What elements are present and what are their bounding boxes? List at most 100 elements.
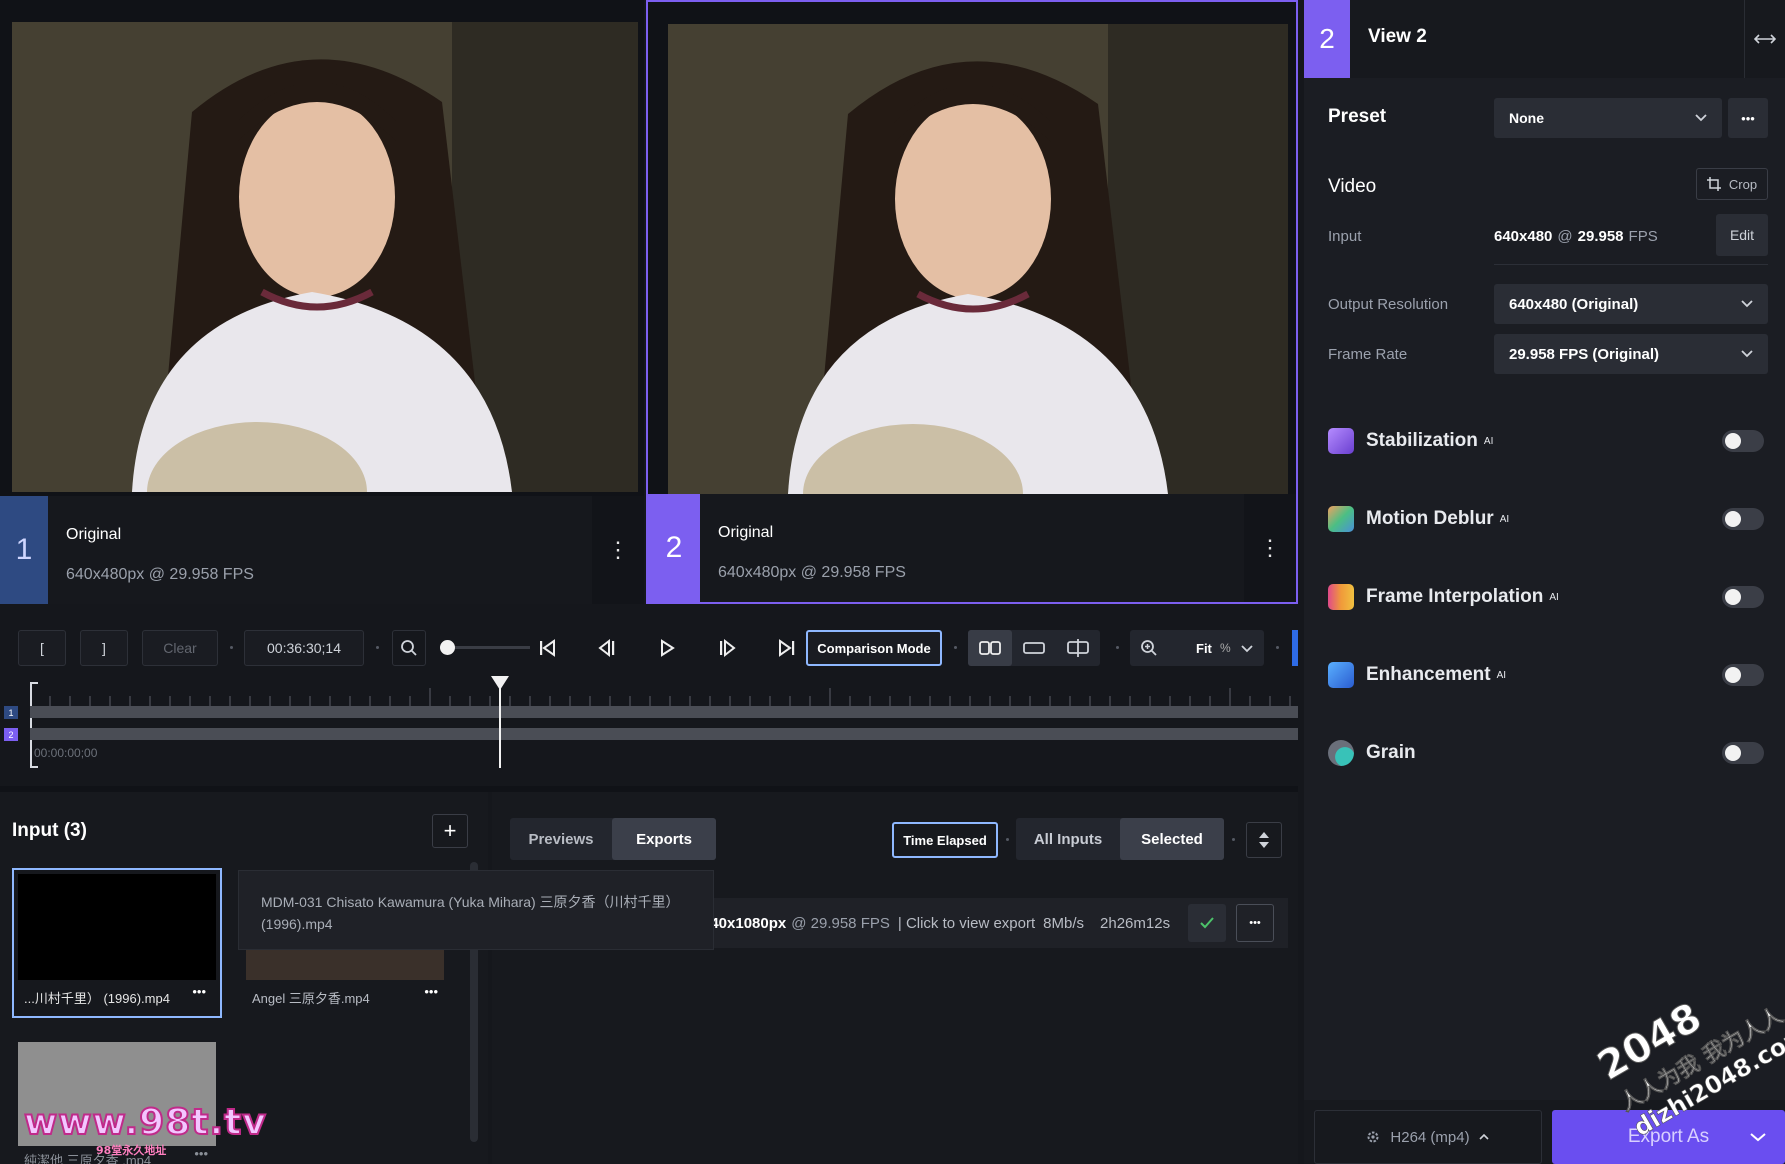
output-resolution-dropdown[interactable]: 640x480 (Original) [1494, 284, 1768, 324]
expand-horizontal-icon[interactable] [1744, 0, 1785, 78]
feature-grain[interactable]: Grain [1328, 738, 1764, 768]
motion-deblur-icon [1328, 506, 1354, 532]
time-elapsed-button[interactable]: Time Elapsed [892, 822, 998, 858]
view-number-badge: 2 [1304, 0, 1350, 78]
step-back-icon[interactable] [590, 630, 624, 666]
feature-stabilization[interactable]: Stabilization AI [1328, 426, 1764, 456]
speed-slider-handle[interactable] [440, 640, 455, 655]
video-frame-2[interactable] [668, 24, 1288, 494]
export-bitrate: 8Mb/s [1043, 914, 1085, 932]
preset-dropdown[interactable]: None [1494, 98, 1722, 138]
more-options-icon[interactable]: ••• [424, 984, 438, 999]
crop-label: Crop [1728, 176, 1758, 192]
edit-input-button[interactable]: Edit [1716, 214, 1768, 256]
zoom-icon [1140, 639, 1158, 660]
preset-label: Preset [1328, 106, 1387, 127]
viewer-menu-icon[interactable]: ⋮ [1244, 494, 1296, 602]
viewer-2[interactable]: 2 Original 640x480px @ 29.958 FPS ⋮ [646, 0, 1298, 604]
view-title: View 2 [1368, 26, 1427, 47]
output-resolution-label: Output Resolution [1328, 296, 1449, 313]
feature-frame-interpolation[interactable]: Frame Interpolation AI [1328, 582, 1764, 612]
clear-button[interactable]: Clear [142, 630, 218, 666]
input-item-selected[interactable]: ...川村千里） (1996).mp4 ••• [12, 868, 222, 1018]
tab-exports[interactable]: Exports [612, 818, 716, 860]
preset-value: None [1509, 110, 1544, 126]
viewer-title: Original [718, 524, 774, 541]
frame-rate-label: Frame Rate [1328, 346, 1408, 363]
input-item-name: Angel 三原夕香.mp4 [252, 991, 370, 1006]
viewer-number: 1 [0, 496, 48, 604]
add-input-button[interactable]: + [432, 814, 468, 848]
playback-toolbar: [ ] Clear 00:36:30;14 Comparison Mode Fi… [0, 620, 1298, 676]
timeline[interactable]: 1 2 00:00:00;00 [0, 676, 1298, 772]
step-forward-icon[interactable] [710, 630, 744, 666]
timecode-field[interactable]: 00:36:30;14 [244, 630, 364, 666]
chevron-down-icon [1749, 1132, 1767, 1142]
preset-more-icon[interactable]: ••• [1728, 98, 1768, 138]
watermark-left: www.98t.tv [23, 1101, 267, 1144]
codec-selector[interactable]: H264 (mp4) [1314, 1110, 1542, 1164]
viewer-subtitle: 640x480px @ 29.958 FPS [66, 566, 254, 583]
toolbar-overflow-edge [1292, 630, 1298, 666]
single-view-icon[interactable] [1012, 630, 1056, 666]
viewer-title: Original [66, 526, 122, 543]
tab-previews[interactable]: Previews [510, 818, 612, 860]
comparison-mode-button[interactable]: Comparison Mode [806, 630, 942, 666]
search-icon[interactable] [392, 630, 426, 666]
viewer-1[interactable]: 1 Original 640x480px @ 29.958 FPS ⋮ [0, 0, 644, 604]
side-by-side-icon[interactable] [968, 630, 1012, 666]
input-label: Input [1328, 228, 1362, 245]
play-icon[interactable] [650, 630, 684, 666]
view-layout-toggle [968, 630, 1100, 666]
filter-selected[interactable]: Selected [1120, 818, 1224, 860]
track-number-1: 1 [4, 706, 18, 719]
in-marker[interactable] [30, 682, 32, 768]
playhead[interactable] [491, 676, 510, 768]
sort-icon[interactable] [1246, 822, 1282, 858]
filename-tooltip: MDM-031 Chisato Kawamura (Yuka Mihara) 三… [238, 870, 714, 950]
check-icon[interactable] [1188, 904, 1226, 942]
grain-toggle[interactable] [1722, 742, 1764, 764]
motion-deblur-toggle[interactable] [1722, 508, 1764, 530]
feature-motion-deblur[interactable]: Motion Deblur AI [1328, 504, 1764, 534]
frame-rate-dropdown[interactable]: 29.958 FPS (Original) [1494, 334, 1768, 374]
stabilization-toggle[interactable] [1722, 430, 1764, 452]
video-frame-1[interactable] [12, 22, 638, 492]
more-options-icon[interactable]: ••• [194, 1146, 208, 1161]
timeline-start-time: 00:00:00;00 [34, 746, 98, 760]
mark-in-button[interactable]: [ [18, 630, 66, 666]
viewer-label-1: 1 Original 640x480px @ 29.958 FPS ⋮ [0, 496, 644, 604]
enhancement-toggle[interactable] [1722, 664, 1764, 686]
frame-interpolation-icon [1328, 584, 1354, 610]
filter-all-inputs[interactable]: All Inputs [1016, 818, 1120, 860]
track-2[interactable] [30, 728, 1298, 740]
export-more-button[interactable]: ••• [1236, 904, 1274, 942]
video-still-image [12, 22, 638, 492]
feature-enhancement[interactable]: Enhancement AI [1328, 660, 1764, 690]
preview-export-tabs: Previews Exports [510, 818, 716, 860]
zoom-unit: % [1220, 641, 1231, 655]
skip-to-start-icon[interactable] [530, 630, 564, 666]
view-header: 2 View 2 [1304, 0, 1785, 78]
export-resolution: 440x1080px [702, 914, 787, 932]
stabilization-icon [1328, 428, 1354, 454]
crop-button[interactable]: Crop [1696, 168, 1768, 200]
export-fps: @ 29.958 FPS [791, 914, 890, 932]
viewer-menu-icon[interactable]: ⋮ [592, 496, 644, 604]
mark-out-button[interactable]: ] [80, 630, 128, 666]
enhancement-icon [1328, 662, 1354, 688]
frame-interpolation-toggle[interactable] [1722, 586, 1764, 608]
skip-to-end-icon[interactable] [770, 630, 804, 666]
more-options-icon[interactable]: ••• [192, 984, 206, 999]
track-1[interactable] [30, 706, 1298, 718]
zoom-control[interactable]: Fit % [1130, 630, 1264, 666]
input-item-name: ...川村千里） (1996).mp4 [24, 991, 170, 1006]
split-view-icon[interactable] [1056, 630, 1100, 666]
view-export-link[interactable]: | Click to view export [898, 915, 1035, 932]
input-title: Input (3) [12, 820, 87, 841]
gear-icon [1366, 1130, 1380, 1144]
export-duration: 2h26m12s [1100, 914, 1171, 932]
input-filter: All Inputs Selected [1016, 818, 1224, 860]
preset-section: Preset None ••• [1304, 84, 1785, 148]
chevron-down-icon [1740, 346, 1754, 363]
